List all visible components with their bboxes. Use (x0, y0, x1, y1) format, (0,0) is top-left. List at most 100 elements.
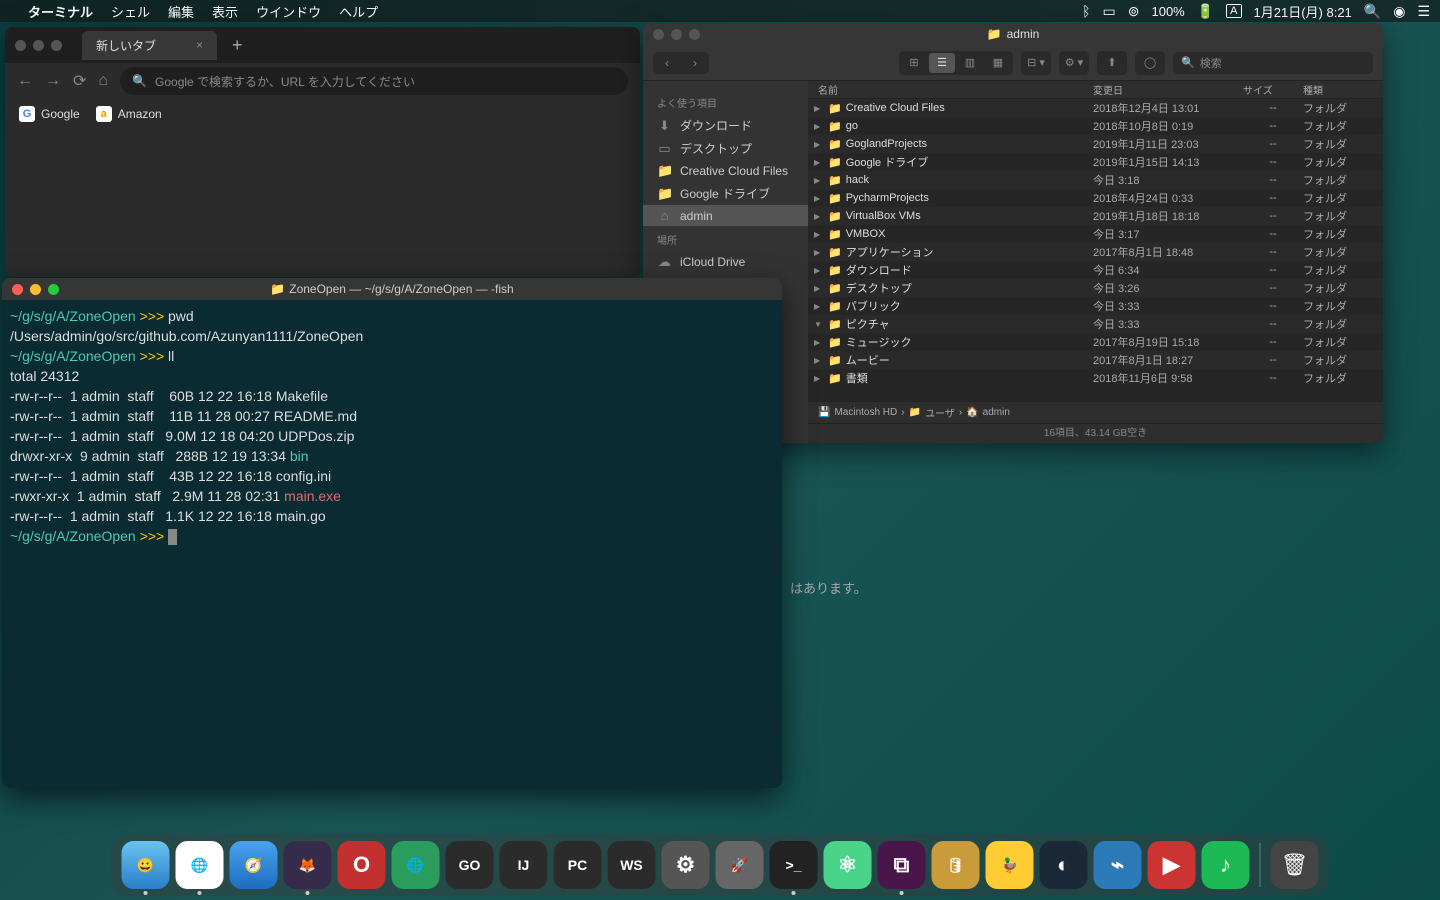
dock-app[interactable]: ⌁ (1094, 841, 1142, 889)
terminal-output[interactable]: ~/g/s/g/A/ZoneOpen >>> pwd/Users/admin/g… (2, 300, 782, 552)
terminal-traffic-lights[interactable] (12, 284, 59, 295)
notification-center-icon[interactable]: ☰ (1417, 3, 1430, 20)
forward-button[interactable]: → (45, 72, 61, 90)
action-button[interactable]: ⚙ ▾ (1061, 53, 1087, 73)
browser-traffic-lights[interactable] (15, 40, 62, 51)
dock-app[interactable]: >_ (770, 841, 818, 889)
spotlight-icon[interactable]: 🔍 (1364, 3, 1381, 20)
icon-view-button[interactable]: ⊞ (901, 53, 927, 73)
file-row[interactable]: ▶📁ムービー2017年8月1日 18:27--フォルダ (808, 351, 1383, 369)
tags-button[interactable]: ◯ (1137, 53, 1163, 73)
arrange-button[interactable]: ⊟ ▾ (1023, 53, 1049, 73)
status-bar: 16項目、43.14 GB空き (808, 423, 1383, 443)
list-view-button[interactable]: ☰ (929, 53, 955, 73)
path-bar[interactable]: 💾Macintosh HD› 📁ユーザ› 🏠admin (808, 401, 1383, 423)
omnibox[interactable]: 🔍 Google で検索するか、URL を入力してください (120, 67, 628, 95)
col-date[interactable]: 変更日 (1093, 82, 1243, 97)
file-row[interactable]: ▶📁デスクトップ今日 3:26--フォルダ (808, 279, 1383, 297)
wifi-icon[interactable]: ⊚ (1128, 3, 1140, 20)
col-kind[interactable]: 種類 (1303, 82, 1383, 97)
dock-separator (1260, 843, 1261, 887)
menu-help[interactable]: ヘルプ (339, 2, 378, 21)
column-view-button[interactable]: ▥ (957, 53, 983, 73)
trash-icon[interactable]: 🗑 (1271, 841, 1319, 889)
app-menu[interactable]: ターミナル (28, 2, 93, 21)
sidebar-item[interactable]: 📁Creative Cloud Files (643, 160, 808, 182)
file-row[interactable]: ▶📁Google ドライブ2019年1月15日 14:13--フォルダ (808, 153, 1383, 171)
dock-app[interactable]: 😀 (122, 841, 170, 889)
bookmark-amazon[interactable]: a Amazon (96, 106, 162, 122)
gallery-view-button[interactable]: ▦ (985, 53, 1011, 73)
siri-icon[interactable]: ◉ (1393, 3, 1405, 20)
file-row[interactable]: ▶📁hack今日 3:18--フォルダ (808, 171, 1383, 189)
google-icon: G (19, 106, 35, 122)
finder-forward-button[interactable]: › (681, 52, 709, 74)
dock-app[interactable]: ♪ (1202, 841, 1250, 889)
file-row[interactable]: ▶📁パブリック今日 3:33--フォルダ (808, 297, 1383, 315)
file-row[interactable]: ▶📁ダウンロード今日 6:34--フォルダ (808, 261, 1383, 279)
dock-app[interactable]: ⚙ (662, 841, 710, 889)
col-name[interactable]: 名前 (808, 82, 1093, 97)
file-row[interactable]: ▶📁VMBOX今日 3:17--フォルダ (808, 225, 1383, 243)
dock-app[interactable]: ◐ (1040, 841, 1088, 889)
locations-header: 場所 (643, 226, 808, 251)
tab-title: 新しいタブ (96, 37, 156, 54)
battery-box-icon[interactable]: ▭ (1103, 3, 1116, 20)
reload-button[interactable]: ⟳ (73, 71, 86, 91)
dock-app[interactable]: ⧉ (878, 841, 926, 889)
sidebar-item[interactable]: ▭デスクトップ (643, 137, 808, 160)
sidebar-item[interactable]: ☁iCloud Drive (643, 251, 808, 273)
dock-app[interactable]: 🌐 (176, 841, 224, 889)
file-row[interactable]: ▶📁Creative Cloud Files2018年12月4日 13:01--… (808, 99, 1383, 117)
dock-app[interactable]: GO (446, 841, 494, 889)
back-button[interactable]: ← (17, 72, 33, 90)
dock-app[interactable]: PC (554, 841, 602, 889)
dock-app[interactable]: 🦊 (284, 841, 332, 889)
file-row[interactable]: ▶📁PycharmProjects2018年4月24日 0:33--フォルダ (808, 189, 1383, 207)
finder-list: 名前 変更日 サイズ 種類 ▶📁Creative Cloud Files2018… (808, 81, 1383, 443)
file-row[interactable]: ▶📁go2018年10月8日 0:19--フォルダ (808, 117, 1383, 135)
bluetooth-icon[interactable]: ᛒ (1082, 3, 1090, 19)
terminal-title: ZoneOpen — ~/g/s/g/A/ZoneOpen — -fish (289, 282, 513, 296)
dock-app[interactable]: 🦆 (986, 841, 1034, 889)
dock-app[interactable]: ⚛ (824, 841, 872, 889)
dock-app[interactable]: 🚀 (716, 841, 764, 889)
finder-search[interactable]: 🔍 検索 (1173, 52, 1373, 74)
sidebar-item[interactable]: 📁Google ドライブ (643, 182, 808, 205)
new-tab-button[interactable]: + (232, 35, 243, 56)
menu-view[interactable]: 表示 (212, 2, 238, 21)
dock-app[interactable]: WS (608, 841, 656, 889)
tab-close-icon[interactable]: × (196, 38, 203, 52)
menu-shell[interactable]: シェル (111, 2, 150, 21)
file-row[interactable]: ▶📁GoglandProjects2019年1月11日 23:03--フォルダ (808, 135, 1383, 153)
datetime[interactable]: 1月21日(月) 8:21 (1254, 2, 1352, 21)
menu-edit[interactable]: 編集 (168, 2, 194, 21)
dock-app[interactable]: ▶ (1148, 841, 1196, 889)
menu-window[interactable]: ウインドウ (256, 2, 321, 21)
dock-app[interactable]: 🧭 (230, 841, 278, 889)
file-row[interactable]: ▶📁書類2018年11月6日 9:58--フォルダ (808, 369, 1383, 387)
col-size[interactable]: サイズ (1243, 82, 1303, 97)
search-icon: 🔍 (132, 74, 147, 88)
finder-back-button[interactable]: ‹ (653, 52, 681, 74)
battery-icon[interactable]: 🔋 (1197, 3, 1214, 20)
dock-app[interactable]: O (338, 841, 386, 889)
file-row[interactable]: ▶📁ミュージック2017年8月19日 15:18--フォルダ (808, 333, 1383, 351)
dock-app[interactable]: 🌐 (392, 841, 440, 889)
sidebar-item[interactable]: ⌂admin (643, 205, 808, 226)
sidebar-item[interactable]: ⬇ダウンロード (643, 114, 808, 137)
home-button[interactable]: ⌂ (98, 72, 108, 90)
bookmark-google[interactable]: G Google (19, 106, 80, 122)
file-row[interactable]: ▶📁VirtualBox VMs2019年1月18日 18:18--フォルダ (808, 207, 1383, 225)
browser-tab[interactable]: 新しいタブ × (82, 31, 217, 60)
finder-nav: ‹ › (653, 52, 709, 74)
share-button[interactable]: ⬆ (1099, 53, 1125, 73)
favorites-header: よく使う項目 (643, 89, 808, 114)
file-row[interactable]: ▶📁アプリケーション2017年8月1日 18:48--フォルダ (808, 243, 1383, 261)
dock: 😀🌐🧭🦊O🌐GOIJPCWS⚙🚀>_⚛⧉🛢🦆◐⌁▶♪ 🗑 (112, 834, 1329, 896)
finder-traffic-lights[interactable] (653, 29, 700, 40)
dock-app[interactable]: IJ (500, 841, 548, 889)
file-row[interactable]: ▼📁ピクチャ今日 3:33--フォルダ (808, 315, 1383, 333)
input-source[interactable]: A (1226, 4, 1241, 18)
dock-app[interactable]: 🛢 (932, 841, 980, 889)
